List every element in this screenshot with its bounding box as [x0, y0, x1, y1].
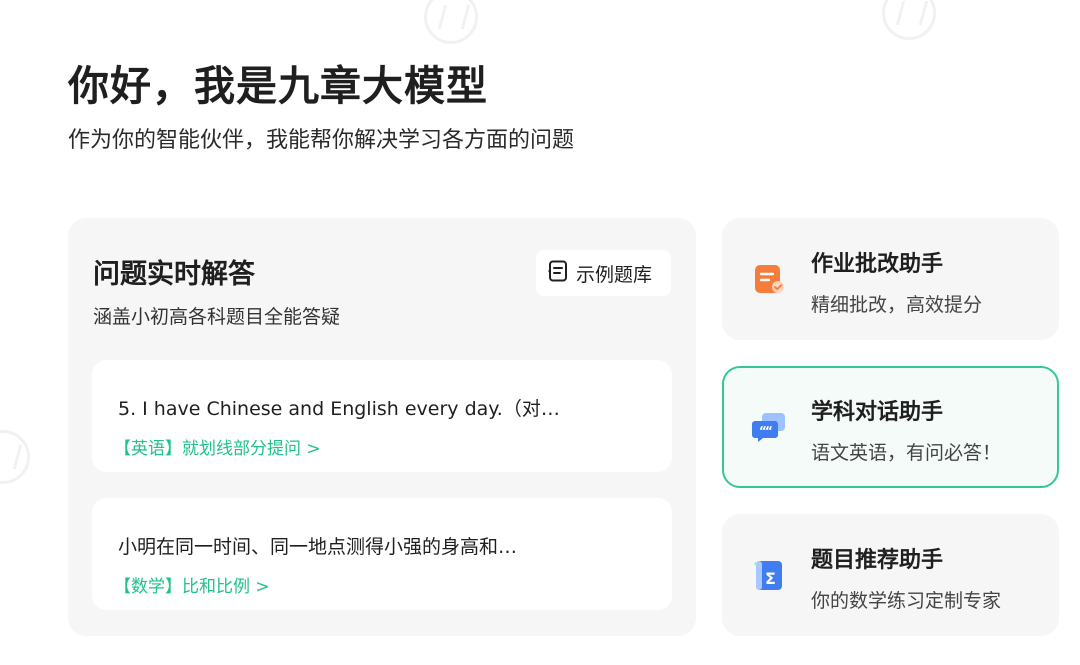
page-subtitle: 作为你的智能伙伴，我能帮你解决学习各方面的问题 [68, 128, 575, 153]
svg-text:“: “ [765, 424, 773, 438]
svg-text:Σ: Σ [765, 569, 776, 588]
chat-bubbles-icon: “ “ [752, 410, 786, 444]
sigma-book-icon: Σ [752, 558, 786, 592]
watermark-logo-icon [424, 0, 478, 44]
question-card[interactable]: 5. I have Chinese and English every day.… [92, 360, 672, 472]
question-recommendation-assistant-card[interactable]: Σ 题目推荐助手 你的数学练习定制专家 [722, 514, 1059, 636]
subject-dialogue-assistant-card[interactable]: “ “ 学科对话助手 语文英语，有问必答！ [722, 366, 1059, 488]
assistant-title: 学科对话助手 [811, 400, 944, 425]
assistant-title: 作业批改助手 [811, 252, 944, 277]
page-title: 你好，我是九章大模型 [68, 62, 488, 110]
question-card[interactable]: 小明在同一时间、同一地点测得小强的身高和… 【数学】比和比例 > [92, 498, 672, 610]
realtime-qa-panel: 问题实时解答 涵盖小初高各科题目全能答疑 示例题库 5. I have Chin… [68, 218, 696, 636]
assistant-subtitle: 精细批改，高效提分 [811, 294, 983, 316]
question-bank-icon [548, 260, 568, 287]
homework-grading-assistant-card[interactable]: 作业批改助手 精细批改，高效提分 [722, 218, 1059, 340]
assistant-subtitle: 你的数学练习定制专家 [811, 590, 1002, 612]
question-subject-tag: 【数学】比和比例 > [114, 577, 270, 597]
watermark-logo-icon [882, 0, 936, 40]
qa-panel-subtitle: 涵盖小初高各科题目全能答疑 [93, 306, 341, 328]
question-subject-tag: 【英语】就划线部分提问 > [114, 439, 321, 459]
assistant-subtitle: 语文英语，有问必答！ [811, 442, 1002, 464]
qa-panel-title: 问题实时解答 [93, 259, 255, 290]
question-text: 小明在同一时间、同一地点测得小强的身高和… [118, 536, 518, 558]
example-question-bank-label: 示例题库 [576, 263, 653, 286]
watermark-logo-icon [0, 430, 30, 484]
assistant-title: 题目推荐助手 [811, 548, 944, 573]
homework-grading-icon [752, 262, 786, 296]
question-text: 5. I have Chinese and English every day.… [118, 398, 560, 420]
example-question-bank-button[interactable]: 示例题库 [536, 250, 671, 296]
